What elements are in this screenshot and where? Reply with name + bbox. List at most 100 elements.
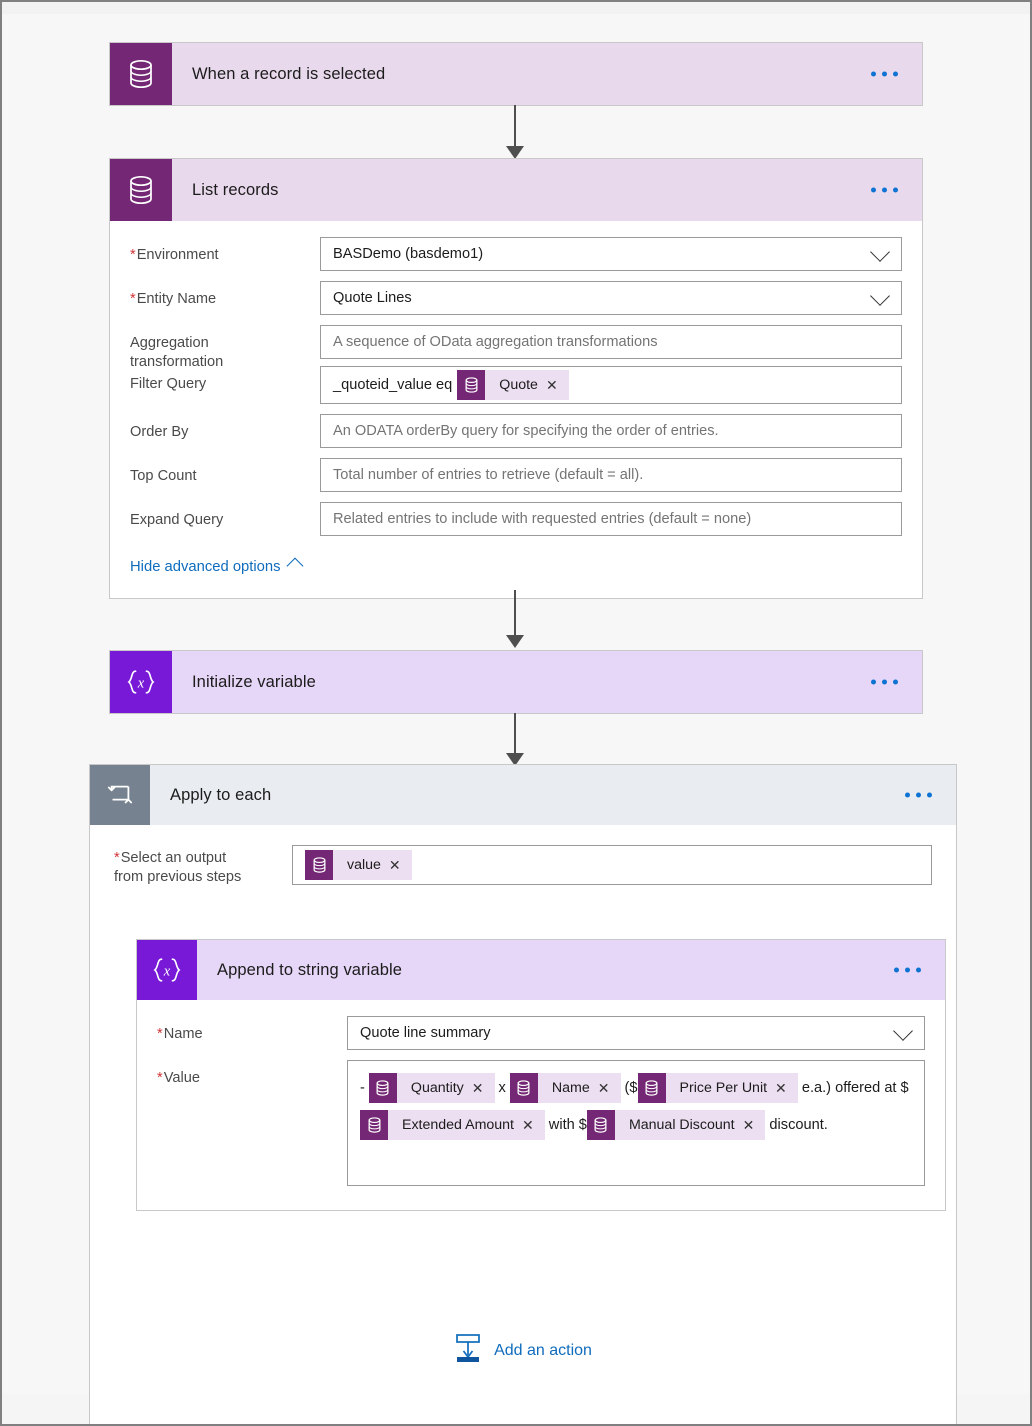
- database-icon: [305, 850, 333, 880]
- database-icon: [457, 370, 486, 400]
- database-icon: [110, 159, 172, 221]
- name-dropdown[interactable]: Quote line summary: [347, 1016, 925, 1050]
- field-row-entity-name: *Entity Name Quote Lines: [130, 281, 902, 315]
- token-remove-icon[interactable]: ✕: [741, 1118, 766, 1132]
- required-asterisk: *: [130, 247, 136, 263]
- trigger-card-header[interactable]: When a record is selected: [110, 43, 922, 105]
- initialize-variable-more-options-button[interactable]: [869, 674, 900, 691]
- database-icon: [637, 1073, 666, 1104]
- dot: [916, 967, 921, 973]
- token-remove-icon[interactable]: ✕: [520, 1118, 545, 1132]
- svg-text:x: x: [163, 963, 171, 979]
- field-label-environment: *Environment: [130, 247, 219, 263]
- top-count-input[interactable]: Total number of entries to retrieve (def…: [320, 458, 902, 492]
- list-records-header[interactable]: List records: [110, 159, 922, 221]
- hide-advanced-options-link[interactable]: Hide advanced options: [130, 557, 304, 575]
- dot: [905, 792, 910, 798]
- append-to-string-variable-header[interactable]: x Append to string variable: [137, 940, 945, 1000]
- chevron-down-icon: [870, 242, 890, 262]
- field-label-entity-name: *Entity Name: [130, 291, 217, 307]
- dot: [882, 71, 887, 77]
- action-card-list-records[interactable]: List records *Environment BASDemo (basde…: [109, 158, 923, 599]
- dynamic-content-token-value[interactable]: value ✕: [305, 850, 412, 880]
- value-rich-text-input[interactable]: - Quantity ✕ x Name ✕ ($ Price Per Unit ✕ e.…: [347, 1060, 925, 1186]
- dynamic-content-token-quantity[interactable]: Quantity ✕: [368, 1073, 495, 1104]
- action-card-append-to-string-variable[interactable]: x Append to string variable *Name Quote …: [136, 939, 946, 1211]
- select-an-output-input[interactable]: value ✕: [292, 845, 932, 885]
- connector-arrow-3: [500, 713, 530, 767]
- value-static-text: e.a.): [797, 1080, 836, 1096]
- expand-query-input[interactable]: Related entries to include with requeste…: [320, 502, 902, 536]
- chevron-down-icon: [870, 286, 890, 306]
- list-records-more-options-button[interactable]: [869, 182, 900, 199]
- database-icon: [368, 1073, 397, 1104]
- token-remove-icon[interactable]: ✕: [596, 1081, 621, 1095]
- dynamic-content-token-manual-discount[interactable]: Manual Discount ✕: [586, 1110, 766, 1141]
- dynamic-content-token-name[interactable]: Name ✕: [509, 1073, 621, 1104]
- token-remove-icon[interactable]: ✕: [544, 378, 569, 392]
- dot: [927, 792, 932, 798]
- environment-dropdown[interactable]: BASDemo (basdemo1): [320, 237, 902, 271]
- field-label-aggregation-transformation: Aggregation transformation: [130, 335, 224, 370]
- variable-braces-icon: x: [110, 651, 172, 713]
- token-label: Quantity: [410, 1079, 464, 1096]
- field-row-aggregation-transformation: Aggregation transformation A sequence of…: [130, 325, 902, 372]
- required-asterisk: *: [157, 1070, 163, 1086]
- field-label-top-count: Top Count: [130, 468, 197, 484]
- add-an-action-button[interactable]: Add an action: [114, 1333, 932, 1368]
- scope-card-apply-to-each[interactable]: Apply to each *Select an output from pre…: [89, 764, 957, 1424]
- dynamic-content-token-quote[interactable]: Quote ✕: [457, 370, 569, 400]
- variable-braces-icon: x: [137, 940, 197, 1000]
- token-label: value: [347, 857, 381, 873]
- filter-query-prefix-text: _quoteid_value eq: [333, 377, 453, 393]
- dot: [882, 679, 887, 685]
- list-records-body: *Environment BASDemo (basdemo1) *Entity …: [110, 221, 922, 598]
- value-static-text: discount.: [765, 1117, 828, 1133]
- canvas-top-strip: [2, 2, 1030, 14]
- add-action-icon: [454, 1333, 482, 1368]
- token-label: Extended Amount: [402, 1116, 515, 1133]
- entity-name-dropdown[interactable]: Quote Lines: [320, 281, 902, 315]
- append-to-string-variable-body: *Name Quote line summary *Value - Quanti…: [137, 1000, 945, 1210]
- database-icon: [509, 1073, 538, 1104]
- apply-to-each-header[interactable]: Apply to each: [90, 765, 956, 825]
- value-static-text: offered at $: [835, 1080, 909, 1096]
- field-row-select-an-output: *Select an output from previous steps va…: [114, 845, 932, 887]
- value-static-text: with $: [544, 1117, 587, 1133]
- database-icon: [110, 43, 172, 105]
- token-remove-icon[interactable]: ✕: [470, 1081, 495, 1095]
- dot: [893, 679, 898, 685]
- action-card-initialize-variable[interactable]: x Initialize variable: [109, 650, 923, 714]
- name-value: Quote line summary: [360, 1025, 491, 1041]
- token-remove-icon[interactable]: ✕: [773, 1081, 798, 1095]
- entity-name-value: Quote Lines: [333, 290, 412, 306]
- add-an-action-label: Add an action: [494, 1341, 592, 1359]
- svg-text:x: x: [137, 675, 145, 691]
- token-label: Quote: [499, 377, 538, 393]
- initialize-variable-header[interactable]: x Initialize variable: [110, 651, 922, 713]
- token-label: Manual Discount: [628, 1116, 735, 1133]
- trigger-title: When a record is selected: [192, 64, 386, 83]
- dot: [894, 967, 899, 973]
- list-records-title: List records: [192, 180, 279, 199]
- filter-query-input[interactable]: _quoteid_value eq Quote ✕: [320, 366, 902, 404]
- dynamic-content-token-extended-amount[interactable]: Extended Amount ✕: [360, 1110, 545, 1141]
- hide-advanced-options-label: Hide advanced options: [130, 559, 281, 575]
- trigger-card-when-a-record-is-selected[interactable]: When a record is selected: [109, 42, 923, 106]
- dot: [871, 679, 876, 685]
- field-label-value: *Value: [157, 1070, 200, 1086]
- field-row-name: *Name Quote line summary: [157, 1016, 925, 1050]
- required-asterisk: *: [130, 291, 136, 307]
- field-row-environment: *Environment BASDemo (basdemo1): [130, 237, 902, 271]
- token-remove-icon[interactable]: ✕: [387, 858, 412, 872]
- aggregation-transformation-input[interactable]: A sequence of OData aggregation transfor…: [320, 325, 902, 359]
- append-to-string-variable-more-options-button[interactable]: [892, 962, 923, 979]
- field-row-order-by: Order By An ODATA orderBy query for spec…: [130, 414, 902, 448]
- append-to-string-variable-title: Append to string variable: [217, 960, 403, 979]
- trigger-more-options-button[interactable]: [869, 66, 900, 83]
- dynamic-content-token-price-per-unit[interactable]: Price Per Unit ✕: [637, 1073, 798, 1104]
- apply-to-each-more-options-button[interactable]: [903, 787, 934, 804]
- order-by-input[interactable]: An ODATA orderBy query for specifying th…: [320, 414, 902, 448]
- field-row-expand-query: Expand Query Related entries to include …: [130, 502, 902, 536]
- field-label-order-by: Order By: [130, 424, 189, 440]
